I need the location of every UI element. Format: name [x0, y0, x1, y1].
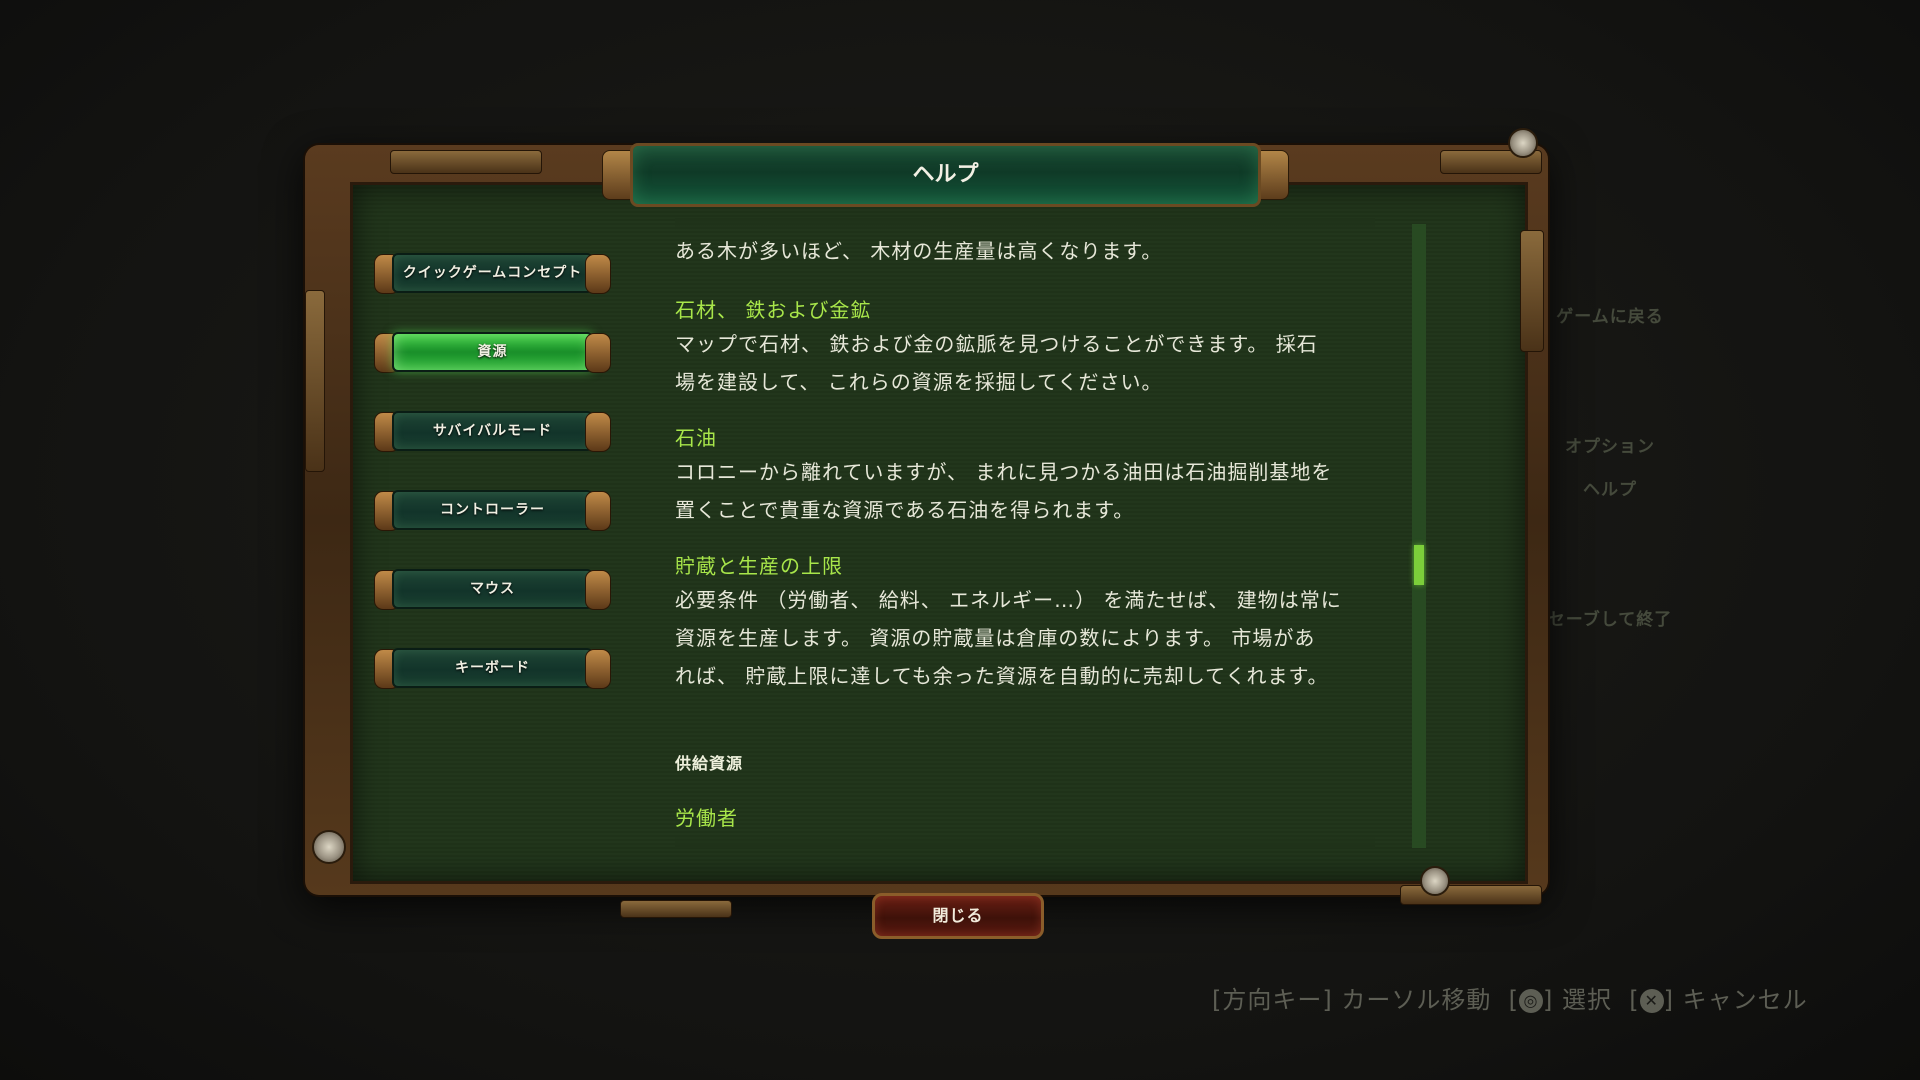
- nav-survival-mode[interactable]: サバイバルモード: [374, 408, 611, 454]
- content-line: マップで石材、 鉄および金の鉱脈を見つけることができます。 採石: [675, 332, 1318, 356]
- close-button[interactable]: 閉じる: [862, 891, 1054, 941]
- nav-label: マウス: [470, 581, 515, 597]
- help-content[interactable]: ある木が多いほど、 木材の生産量は高くなります。 石材、 鉄および金鉱 マップで…: [675, 218, 1375, 848]
- nav-keyboard[interactable]: キーボード: [374, 645, 611, 691]
- control-hints: [方向キー] カーソル移動 [◎] 選択 [✕] キャンセル: [1212, 980, 1808, 1015]
- dialog-title: ヘルプ: [912, 162, 979, 187]
- content-line: 資源を生産します。 資源の貯蔵量は倉庫の数によります。 市場があ: [675, 626, 1316, 650]
- content-line: れば、 貯蔵上限に達しても余った資源を自動的に売却してくれます。: [675, 664, 1329, 688]
- section-heading-workers: 労働者: [675, 806, 738, 830]
- close-button-label: 閉じる: [932, 906, 984, 925]
- pressure-gauge-icon: [1508, 128, 1538, 158]
- hint-bracket: [: [1508, 986, 1519, 1014]
- nav-resources[interactable]: 資源: [374, 329, 611, 375]
- nav-label: キーボード: [455, 660, 530, 676]
- nav-label: クイックゲームコンセプト: [402, 265, 583, 281]
- nav-quick-game-concept[interactable]: クイックゲームコンセプト: [374, 250, 611, 296]
- content-line: コロニーから離れていますが、 まれに見つかる油田は石油掘削基地を: [675, 460, 1333, 484]
- nav-label: 資源: [477, 344, 508, 360]
- hint-cancel: ] キャンセル: [1663, 986, 1808, 1014]
- hint-move: [方向キー] カーソル移動: [1212, 986, 1492, 1014]
- pipe-decoration: [1520, 230, 1544, 352]
- content-fade-top: [675, 218, 1375, 232]
- pressure-gauge-icon: [1420, 866, 1450, 896]
- section-heading-stone: 石材、 鉄および金鉱: [675, 298, 872, 322]
- section-heading-storage: 貯蔵と生産の上限: [675, 554, 843, 578]
- nav-controller[interactable]: コントローラー: [374, 487, 611, 533]
- pipe-decoration: [390, 150, 542, 174]
- nav-mouse[interactable]: マウス: [374, 566, 611, 612]
- section-heading-oil: 石油: [675, 426, 717, 450]
- content-line: 場を建設して、 これらの資源を採掘してください。: [675, 370, 1163, 394]
- hint-select: ] 選択: [1543, 986, 1612, 1014]
- pressure-gauge-icon: [312, 830, 346, 864]
- section-title-supply: 供給資源: [675, 754, 744, 773]
- pipe-decoration: [620, 900, 732, 918]
- content-line: 必要条件 （労働者、 給料、 エネルギー…） を満たせば、 建物は常に: [675, 588, 1342, 612]
- nav-label: コントローラー: [440, 502, 545, 518]
- hint-bracket: [: [1629, 986, 1640, 1014]
- scrollbar-thumb[interactable]: [1414, 545, 1424, 586]
- content-fade-bottom: [675, 834, 1375, 848]
- cross-button-icon: ✕: [1639, 989, 1664, 1013]
- content-line: ある木が多いほど、 木材の生産量は高くなります。: [675, 239, 1163, 263]
- content-line: 置くことで貴重な資源である石油を得られます。: [675, 498, 1135, 522]
- nav-label: サバイバルモード: [432, 423, 553, 439]
- scrollbar-track[interactable]: [1412, 224, 1426, 848]
- pipe-decoration: [305, 290, 325, 472]
- circle-button-icon: ◎: [1519, 989, 1543, 1013]
